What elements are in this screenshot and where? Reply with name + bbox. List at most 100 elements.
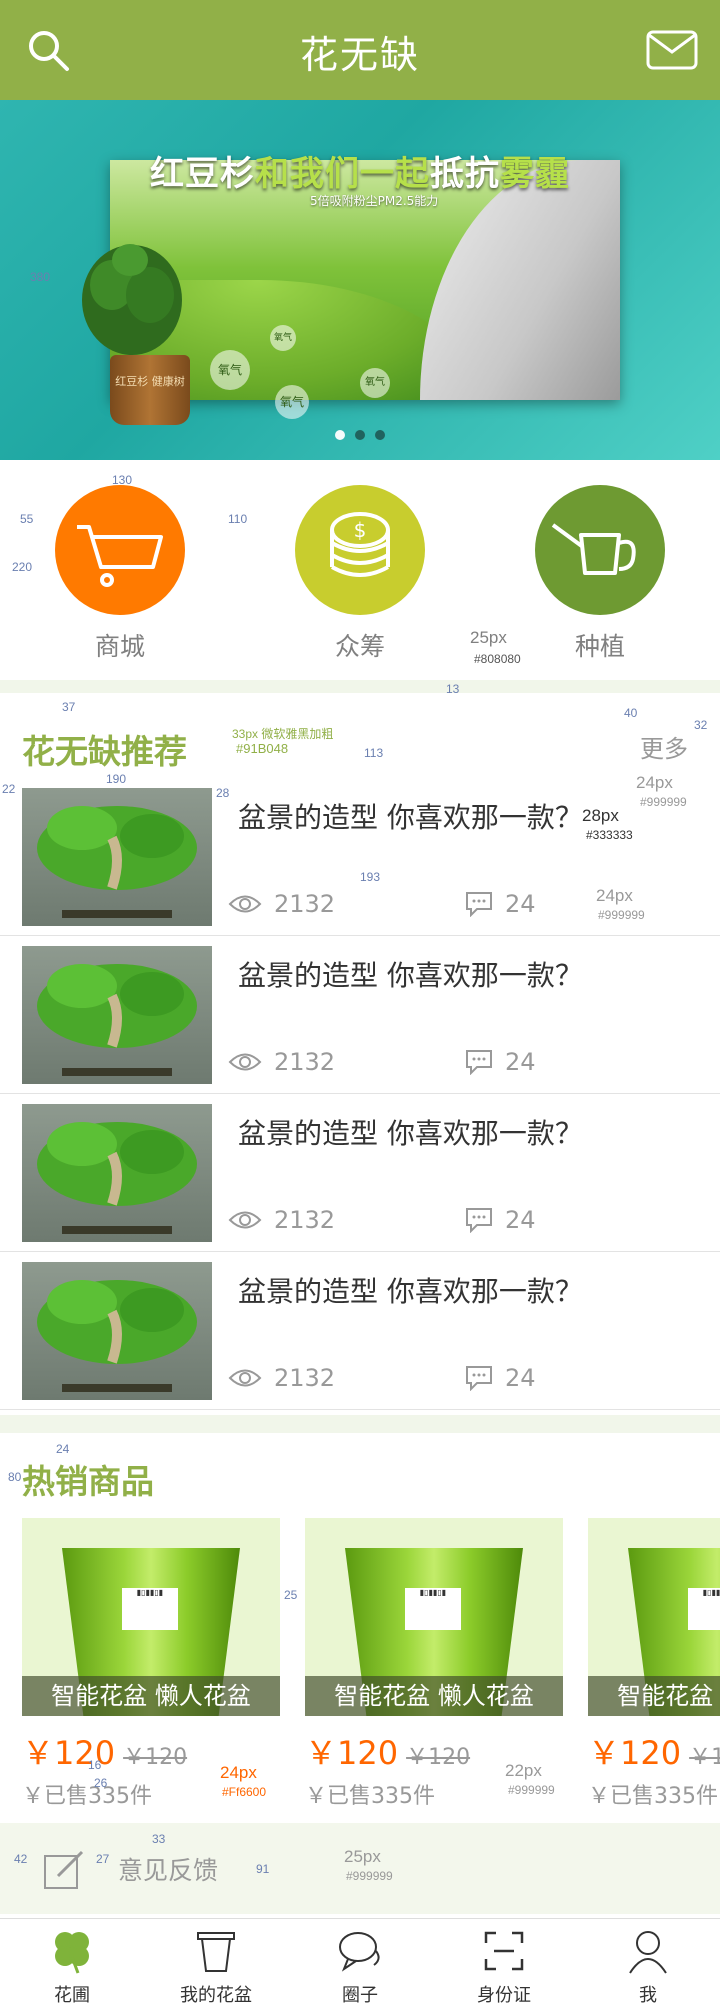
comment-count-value: 24: [505, 1048, 536, 1076]
annotation: 190: [106, 772, 127, 786]
product-image: ▮▯▮▮▯▮ 智能花盆 懒人花盆: [588, 1518, 720, 1716]
comment-count: 24: [465, 1206, 536, 1234]
barcode-label-icon: ▮▯▮▮▯▮: [122, 1588, 178, 1630]
watering-can-icon: [551, 523, 636, 575]
annotation: 28px: [582, 806, 619, 825]
list-item[interactable]: 盆景的造型 你喜欢那一款？ 2132 24: [0, 1094, 720, 1252]
annotation: 110: [228, 512, 248, 526]
category-label: 众筹: [334, 632, 385, 661]
eye-icon: [228, 1369, 262, 1387]
comment-count-value: 24: [505, 890, 536, 918]
annotation: #999999: [508, 1783, 555, 1797]
banner-carousel[interactable]: 红豆杉和我们一起抵抗雾霾 5倍吸附粉尘PM2.5能力 氧气 氧气 氧气 氧气 红…: [0, 100, 720, 460]
category-crowdfunding[interactable]: $ 众筹: [295, 485, 425, 663]
view-count: 2132: [228, 1048, 335, 1076]
more-link[interactable]: 更多: [640, 729, 688, 764]
mail-icon[interactable]: [646, 30, 698, 70]
tab-circle[interactable]: 圈子: [288, 1919, 432, 2016]
oxygen-bubble: 氧气: [360, 368, 390, 398]
recommend-section: 花无缺推荐 33px 微软雅黑加粗 #91B048 更多 24px #99999…: [0, 693, 720, 1415]
category-circle: $: [295, 485, 425, 615]
view-count-value: 2132: [274, 1048, 336, 1076]
section-divider: [0, 680, 720, 693]
annotation: 40: [624, 706, 638, 720]
category-shop[interactable]: 商城: [55, 485, 185, 663]
oxygen-bubble: 氧气: [275, 385, 309, 419]
annotation: 91: [256, 1862, 270, 1876]
section-title: 热销商品: [22, 1462, 154, 1501]
product-card[interactable]: ▮▯▮▮▯▮ 智能花盆 懒人花盆 ￥120￥120 ￥已售335件: [588, 1518, 720, 1810]
tab-label: 我的花盆: [180, 1985, 252, 2006]
original-price: ￥120: [123, 1745, 188, 1770]
item-title: 盆景的造型 你喜欢那一款？: [238, 801, 583, 834]
clover-icon: [55, 1932, 89, 1974]
category-planting[interactable]: 种植: [535, 485, 665, 663]
annotation: #999999: [598, 908, 645, 922]
carousel-indicator: [0, 425, 720, 444]
annotation: #91B048: [236, 741, 289, 756]
chat-bubbles-icon: [339, 1932, 380, 1972]
banner-headline: 红豆杉和我们一起抵抗雾霾: [150, 154, 570, 194]
bonsai-thumbnail: [22, 788, 212, 926]
cart-icon: [77, 525, 163, 587]
section-title: 花无缺推荐: [22, 732, 187, 771]
annotation: 24px: [596, 886, 633, 905]
tab-label: 身份证: [477, 1985, 531, 2006]
tab-id[interactable]: 身份证: [432, 1919, 576, 2016]
annotation: 220: [12, 560, 33, 574]
carousel-dot[interactable]: [375, 430, 385, 440]
annotation: 33: [152, 1832, 166, 1846]
product-name: 智能花盆 懒人花盆: [22, 1676, 280, 1716]
barcode-label-icon: ▮▯▮▮▯▮: [688, 1588, 720, 1630]
annotation: 33px 微软雅黑加粗: [232, 727, 334, 741]
sold-count: ￥已售335件: [588, 1784, 718, 1809]
comment-icon: [466, 892, 492, 917]
annotation: 42: [14, 1852, 28, 1866]
comment-icon: [466, 1366, 492, 1391]
annotation: 16: [88, 1758, 102, 1772]
tab-label: 花圃: [54, 1985, 90, 2006]
bottom-tab-bar: 花圃 我的花盆 圈子 身份证 我: [0, 1918, 720, 2016]
annotation: 13: [446, 682, 460, 696]
view-count-value: 2132: [274, 890, 336, 918]
annotation: 25: [284, 1588, 298, 1602]
annotation: #Ff6600: [222, 1785, 267, 1799]
bonsai-thumbnail: [22, 1262, 212, 1400]
feedback-bar[interactable]: 意见反馈 25px #999999: [0, 1823, 720, 1914]
item-title: 盆景的造型 你喜欢那一款？: [238, 1275, 583, 1308]
annotation: #999999: [346, 1869, 393, 1883]
carousel-dot[interactable]: [335, 430, 345, 440]
comment-count: 24: [465, 1364, 536, 1392]
annotation: 22: [2, 782, 16, 796]
item-title: 盆景的造型 你喜欢那一款？: [238, 959, 583, 992]
carousel-dot[interactable]: [355, 430, 365, 440]
annotation: 24px: [220, 1763, 257, 1782]
annotation: #808080: [474, 652, 521, 666]
svg-text:$: $: [354, 518, 367, 542]
edit-icon: [44, 1850, 84, 1889]
product-image: ▮▯▮▮▯▮ 智能花盆 懒人花盆: [22, 1518, 280, 1716]
category-circle: [55, 485, 185, 615]
annotation: 22px: [505, 1761, 542, 1780]
comment-icon: [466, 1208, 492, 1233]
tab-garden[interactable]: 花圃: [0, 1919, 144, 2016]
list-item[interactable]: 盆景的造型 你喜欢那一款？ 2132 24: [0, 1252, 720, 1410]
annotation: 25px: [470, 628, 507, 647]
tab-label: 圈子: [342, 1985, 378, 2006]
oxygen-bubble: 氧气: [270, 325, 296, 351]
original-price: ￥120: [689, 1745, 720, 1770]
tab-me[interactable]: 我: [576, 1919, 720, 2016]
view-count: 2132: [228, 1206, 335, 1234]
annotation: 130: [112, 473, 133, 487]
barcode-label-icon: ▮▯▮▮▯▮: [405, 1588, 461, 1630]
view-count-value: 2132: [274, 1364, 336, 1392]
comment-count-value: 24: [505, 1364, 536, 1392]
annotation: 26: [94, 1776, 108, 1790]
annotation: 27: [96, 1852, 110, 1866]
list-item[interactable]: 盆景的造型 你喜欢那一款？ 2132 24: [0, 936, 720, 1094]
scan-icon: [484, 1931, 524, 1971]
annotation: 55: [20, 512, 34, 526]
list-item[interactable]: 盆景的造型 你喜欢那一款？ 2132 24 28px #333333 193 2…: [0, 778, 720, 936]
tab-my-pots[interactable]: 我的花盆: [144, 1919, 288, 2016]
annotation: 28: [216, 786, 230, 800]
